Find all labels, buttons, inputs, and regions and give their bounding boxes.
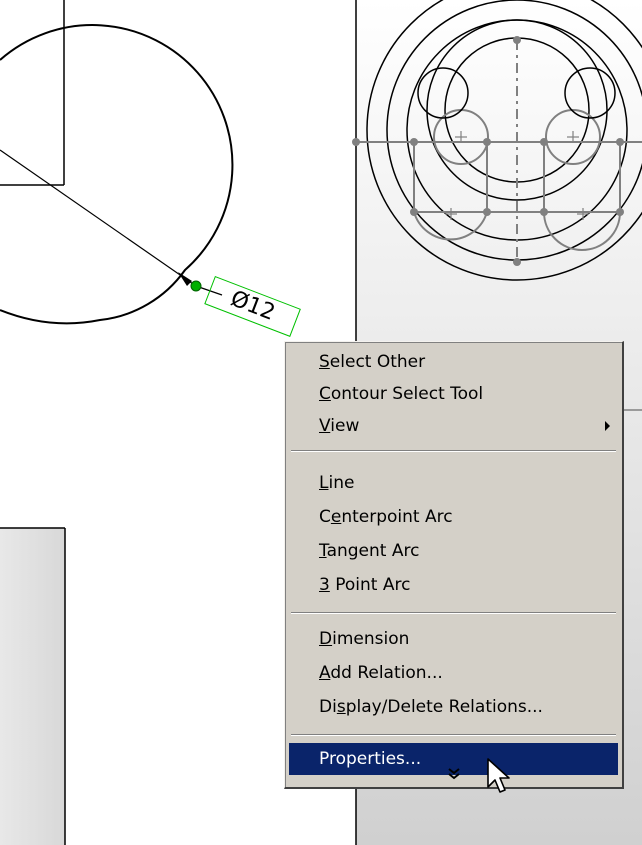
- menu-separator: [291, 612, 616, 614]
- menu-item-view[interactable]: View: [289, 410, 618, 442]
- mouse-pointer-icon: [487, 758, 510, 793]
- menu-item-add-relation[interactable]: Add Relation...: [289, 657, 618, 689]
- menu-item-label: Add Relation...: [319, 663, 443, 683]
- menu-item-line[interactable]: Line: [289, 467, 618, 499]
- double-chevron-down-icon[interactable]: [285, 766, 622, 784]
- dimension-leader[interactable]: [0, 149, 223, 296]
- menu-item-label: Contour Select Tool: [319, 384, 484, 404]
- menu-item-label: Dimension: [319, 629, 410, 649]
- menu-item-dimension[interactable]: Dimension: [289, 623, 618, 655]
- submenu-arrow-icon: [605, 421, 610, 431]
- menu-item-contour-select-tool[interactable]: Contour Select Tool: [289, 378, 618, 410]
- menu-item-label: Centerpoint Arc: [319, 507, 453, 527]
- menu-item-centerpoint-arc[interactable]: Centerpoint Arc: [289, 501, 618, 533]
- menu-separator: [291, 734, 616, 736]
- menu-item-3-point-arc[interactable]: 3 Point Arc: [289, 569, 618, 601]
- menu-item-label: 3 Point Arc: [319, 575, 411, 595]
- menu-item-label: View: [319, 416, 360, 436]
- menu-item-select-other[interactable]: Select Other: [289, 346, 618, 378]
- menu-item-label: Tangent Arc: [319, 541, 420, 561]
- left-lower-panel: [0, 527, 66, 845]
- context-menu: Select Other Contour Select Tool View Li…: [284, 341, 624, 789]
- menu-item-label: Select Other: [319, 352, 426, 372]
- sketch-circle[interactable]: [0, 0, 234, 325]
- menu-item-tangent-arc[interactable]: Tangent Arc: [289, 535, 618, 567]
- menu-item-label: Display/Delete Relations...: [319, 697, 543, 717]
- menu-separator: [291, 450, 616, 452]
- menu-item-display-delete-relations[interactable]: Display/Delete Relations...: [289, 691, 618, 723]
- menu-item-label: Line: [319, 473, 355, 493]
